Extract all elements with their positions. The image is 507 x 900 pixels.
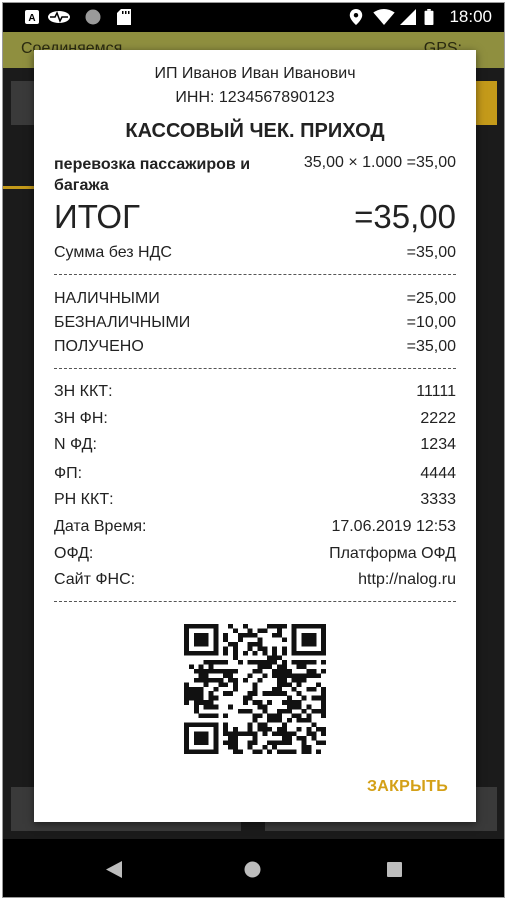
status-bar: A 18:00 — [3, 3, 504, 32]
detail-value: 1234 — [420, 436, 456, 453]
item-name-line-1: перевозка пассажиров и — [54, 156, 251, 173]
vat-value: =35,00 — [406, 244, 456, 261]
home-icon[interactable] — [244, 861, 261, 878]
payment-value: =25,00 — [406, 290, 456, 307]
detail-label: Сайт ФНС: — [54, 571, 136, 588]
bg-button-right — [473, 81, 497, 125]
detail-value: 4444 — [420, 465, 456, 482]
receipt-dialog: ИП Иванов Иван Иванович ИНН: 12345678901… — [34, 50, 476, 822]
item-name: перевозка пассажиров и багажа — [54, 154, 274, 196]
vat-label: Сумма без НДС — [54, 244, 172, 261]
sd-card-icon — [117, 9, 131, 25]
total-label: ИТОГ — [54, 198, 140, 235]
detail-label: ЗН ККТ: — [54, 383, 113, 400]
signal-icon — [400, 9, 416, 25]
location-icon — [349, 9, 363, 25]
navigation-bar — [3, 839, 504, 897]
seller-inn: ИНН: 1234567890123 — [175, 89, 335, 106]
payment-label: ПОЛУЧЕНО — [54, 338, 144, 355]
detail-value: 11111 — [416, 383, 456, 400]
payment-label: НАЛИЧНЫМИ — [54, 290, 160, 307]
bg-accent-line — [3, 186, 34, 189]
battery-icon — [424, 9, 434, 25]
detail-value: 17.06.2019 12:53 — [331, 518, 456, 535]
recents-icon[interactable] — [387, 862, 402, 877]
detail-label: Дата Время: — [54, 518, 147, 535]
detail-value: 2222 — [420, 410, 456, 427]
qr-code-icon — [184, 624, 326, 754]
payment-label: БЕЗНАЛИЧНЫМИ — [54, 314, 191, 331]
detail-label: ОФД: — [54, 545, 94, 562]
detail-value: 3333 — [420, 491, 456, 508]
circle-icon — [85, 9, 101, 25]
phone-screen: A 18:00 Соединяемся GPS: ИП Иванов Иван … — [2, 2, 505, 898]
payment-value: =10,00 — [406, 314, 456, 331]
seller-name: ИП Иванов Иван Иванович — [154, 65, 356, 82]
close-button[interactable]: ЗАКРЫТЬ — [367, 778, 448, 796]
item-name-line-2: багажа — [54, 177, 109, 194]
svg-text:A: A — [28, 13, 35, 24]
detail-label: N ФД: — [54, 436, 97, 453]
receipt-title: КАССОВЫЙ ЧЕК. ПРИХОД — [125, 120, 385, 142]
a-box-icon: A — [25, 10, 39, 24]
clock: 18:00 — [449, 7, 492, 26]
detail-label: ЗН ФН: — [54, 410, 108, 427]
divider — [54, 274, 456, 275]
divider — [54, 601, 456, 602]
total-value: =35,00 — [354, 198, 456, 235]
wifi-icon — [373, 9, 395, 25]
item-calc: 35,00 × 1.000 =35,00 — [303, 154, 456, 171]
detail-label: РН ККТ: — [54, 491, 114, 508]
payment-value: =35,00 — [406, 338, 456, 355]
back-icon[interactable] — [106, 861, 122, 878]
heartbeat-icon — [48, 11, 70, 23]
detail-label: ФП: — [54, 465, 83, 482]
divider — [54, 368, 456, 369]
detail-value: Платформа ОФД — [329, 545, 456, 562]
detail-value: http://nalog.ru — [358, 571, 456, 588]
